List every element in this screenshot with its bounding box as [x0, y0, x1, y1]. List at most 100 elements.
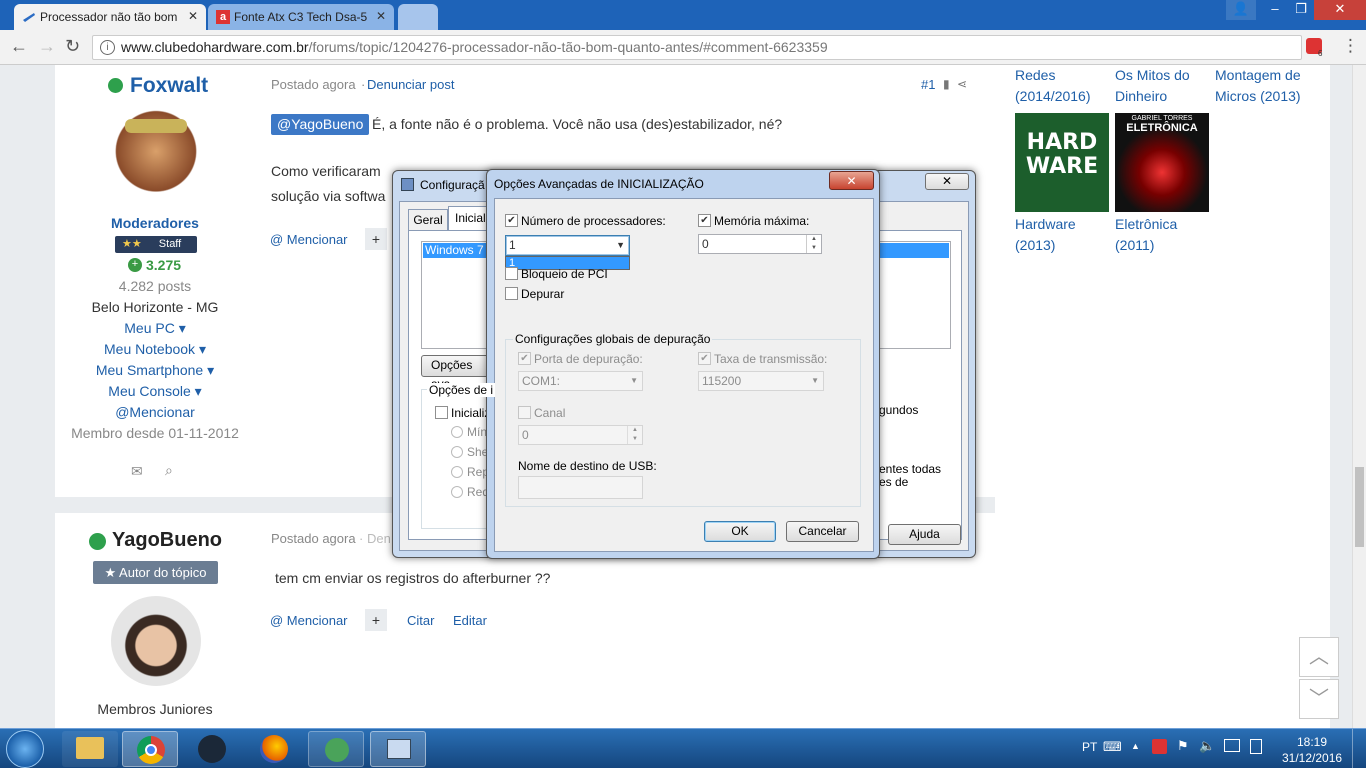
- mention-user-link[interactable]: @Mencionar: [55, 404, 255, 420]
- start-button[interactable]: [6, 730, 44, 768]
- quote-button[interactable]: Citar: [407, 613, 434, 628]
- debug-checkbox[interactable]: [505, 287, 518, 300]
- scroll-down-button[interactable]: ﹀: [1299, 679, 1339, 719]
- post-time[interactable]: Postado agora: [271, 77, 356, 92]
- usb-target-input[interactable]: [518, 476, 643, 499]
- explorer-icon[interactable]: [62, 731, 118, 767]
- clock-date[interactable]: 31/12/2016: [1282, 751, 1342, 765]
- radio-repair[interactable]: [451, 466, 463, 478]
- book-title[interactable]: Os Mitos do Dinheiro: [1115, 65, 1210, 107]
- close-window-icon[interactable]: ✕: [1314, 0, 1366, 20]
- battery-icon[interactable]: [1250, 739, 1262, 754]
- language-indicator[interactable]: PT: [1082, 740, 1097, 754]
- search-icon[interactable]: ⌕: [165, 462, 173, 479]
- author-name[interactable]: YagoBueno: [112, 529, 222, 552]
- debug-port-checkbox[interactable]: ✔: [518, 352, 531, 365]
- post-time[interactable]: Postado agora: [271, 531, 356, 546]
- close-tab-icon[interactable]: ✕: [376, 9, 386, 23]
- page-scrollbar[interactable]: [1352, 65, 1366, 728]
- firefox-icon[interactable]: [246, 731, 302, 767]
- link-meu-notebook[interactable]: Meu Notebook ▾: [55, 341, 255, 358]
- radio-network[interactable]: [451, 486, 463, 498]
- channel-checkbox[interactable]: [518, 406, 531, 419]
- bookmark-icon[interactable]: ▮: [943, 77, 950, 91]
- radio-minimal[interactable]: [451, 426, 463, 438]
- menu-kebab-icon[interactable]: ⋮: [1342, 36, 1359, 56]
- channel-input[interactable]: 0 ▲ ▼: [518, 425, 643, 445]
- link-meu-pc[interactable]: Meu PC ▾: [55, 320, 255, 337]
- mention-button[interactable]: @ Mencionar: [270, 232, 348, 247]
- flag-icon[interactable]: ⚑: [1177, 738, 1189, 754]
- close-tab-icon[interactable]: ✕: [188, 9, 198, 23]
- tab-processador[interactable]: Processador não tão bom ✕: [14, 4, 206, 30]
- edit-button[interactable]: Editar: [453, 613, 487, 628]
- spinner-icon[interactable]: ▲ ▼: [806, 235, 821, 253]
- reload-icon[interactable]: ↻: [65, 36, 80, 57]
- antivirus-tray-icon[interactable]: [1152, 739, 1167, 754]
- tab-geral[interactable]: Geral: [408, 209, 448, 231]
- scrollbar-thumb[interactable]: [1355, 467, 1364, 547]
- max-memory-input[interactable]: 0 ▲ ▼: [698, 234, 822, 254]
- book-cover-eletronica[interactable]: GABRIEL TORRES ELETRÔNICA: [1115, 113, 1209, 212]
- radio-shell[interactable]: [451, 446, 463, 458]
- user-profile-icon[interactable]: 👤: [1226, 0, 1256, 20]
- baud-rate-select[interactable]: 115200 ▼: [698, 371, 824, 391]
- address-bar[interactable]: i www.clubedohardware.com.br/forums/topi…: [92, 35, 1302, 60]
- back-arrow-icon[interactable]: ←: [10, 36, 28, 57]
- link-meu-smartphone[interactable]: Meu Smartphone ▾: [55, 362, 255, 379]
- restore-icon[interactable]: ❐: [1286, 0, 1316, 20]
- close-icon[interactable]: ✕: [829, 171, 874, 190]
- volume-icon[interactable]: 🔈: [1199, 738, 1215, 754]
- book-cover-hardware[interactable]: HARD WARE: [1015, 113, 1109, 212]
- scroll-up-button[interactable]: ︿: [1299, 637, 1339, 677]
- post-number[interactable]: #1: [921, 77, 935, 92]
- num-processors-checkbox[interactable]: ✔: [505, 214, 518, 227]
- pci-lock-checkbox[interactable]: [505, 267, 518, 280]
- book-title[interactable]: Eletrônica (2011): [1115, 214, 1210, 256]
- book-title[interactable]: Montagem de Micros (2013): [1215, 65, 1315, 107]
- author-group[interactable]: Moderadores: [55, 215, 255, 231]
- ok-button[interactable]: OK: [704, 521, 776, 542]
- clock-time[interactable]: 18:19: [1297, 735, 1327, 749]
- mention-button[interactable]: @ Mencionar: [270, 613, 348, 628]
- help-button[interactable]: Ajuda: [888, 524, 961, 545]
- multiquote-plus-icon[interactable]: +: [365, 609, 387, 631]
- msconfig-taskbar-icon[interactable]: [370, 731, 426, 767]
- advanced-options-button[interactable]: Opções ava: [421, 355, 491, 391]
- network-app-icon[interactable]: [308, 731, 364, 767]
- max-memory-checkbox[interactable]: ✔: [698, 214, 711, 227]
- link-meu-console[interactable]: Meu Console ▾: [55, 383, 255, 400]
- tab-fonte-atx[interactable]: a Fonte Atx C3 Tech Dsa-5 ✕: [208, 4, 394, 30]
- tray-expand-icon[interactable]: ▲: [1131, 741, 1140, 751]
- author-avatar[interactable]: [111, 596, 201, 686]
- reputation: 3.275: [146, 257, 182, 273]
- author-name[interactable]: Foxwalt: [130, 74, 208, 98]
- network-icon[interactable]: [1224, 739, 1240, 752]
- mention-tag[interactable]: @YagoBueno: [271, 114, 370, 135]
- cancel-button[interactable]: Cancelar: [786, 521, 859, 542]
- browser-tab-bar: Processador não tão bom ✕ a Fonte Atx C3…: [0, 0, 1366, 30]
- persist-label-2: es de: [879, 475, 909, 489]
- author-avatar[interactable]: [115, 109, 197, 203]
- spinner-icon[interactable]: ▲ ▼: [627, 426, 642, 444]
- num-processors-select[interactable]: 1 ▼: [505, 235, 630, 256]
- new-tab-button[interactable]: [398, 4, 438, 30]
- timeout-label: gundos: [879, 403, 919, 417]
- steam-icon[interactable]: [184, 731, 240, 767]
- info-icon[interactable]: i: [100, 40, 115, 55]
- safe-boot-checkbox[interactable]: [435, 406, 448, 419]
- book-title[interactable]: Redes (2014/2016): [1015, 65, 1110, 107]
- envelope-icon[interactable]: ✉: [131, 463, 143, 480]
- share-icon[interactable]: ⋖: [957, 77, 967, 91]
- show-desktop-button[interactable]: [1352, 729, 1366, 768]
- chrome-icon[interactable]: [122, 731, 178, 767]
- close-icon[interactable]: ✕: [925, 173, 969, 190]
- report-post-link[interactable]: · Den: [359, 531, 391, 546]
- baud-rate-checkbox[interactable]: ✔: [698, 352, 711, 365]
- debug-port-select[interactable]: COM1: ▼: [518, 371, 643, 391]
- book-title[interactable]: Hardware (2013): [1015, 214, 1110, 256]
- multiquote-plus-icon[interactable]: +: [365, 228, 387, 250]
- keyboard-icon[interactable]: ⌨: [1103, 739, 1122, 755]
- report-post-link[interactable]: Denunciar post: [367, 77, 454, 92]
- forward-arrow-icon[interactable]: →: [38, 36, 56, 57]
